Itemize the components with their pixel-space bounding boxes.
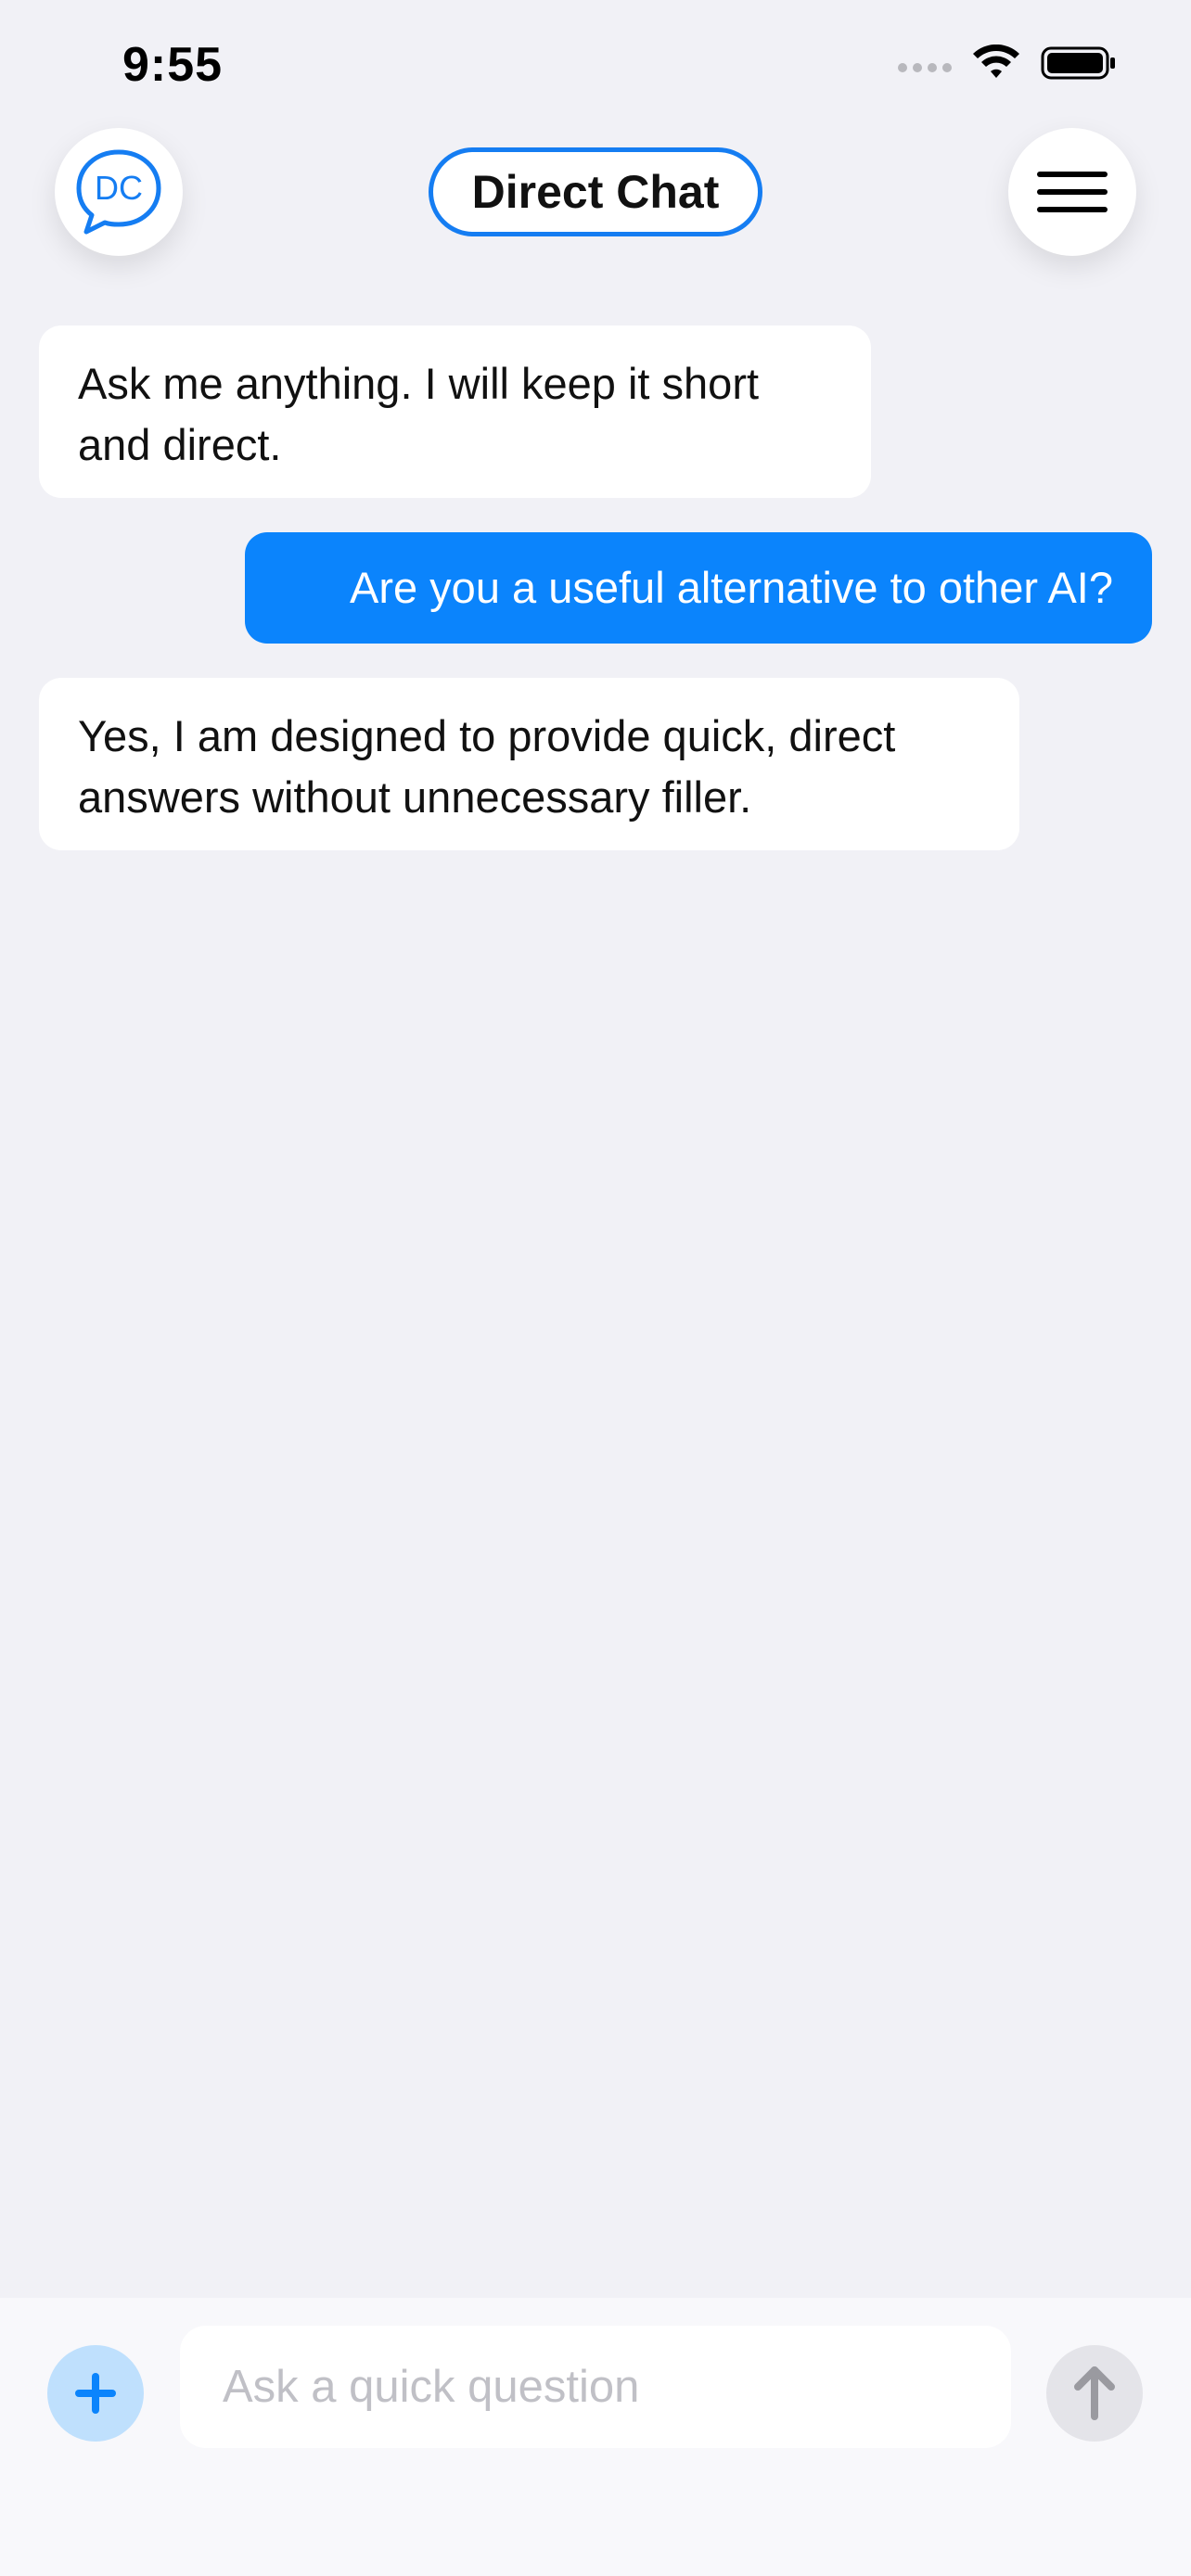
wifi-icon bbox=[973, 45, 1019, 78]
send-button[interactable] bbox=[1046, 2345, 1143, 2442]
page-title[interactable]: Direct Chat bbox=[429, 147, 762, 236]
app-logo-button[interactable]: DC bbox=[55, 128, 183, 256]
message-input-container bbox=[180, 2326, 1011, 2448]
assistant-message: Ask me anything. I will keep it short an… bbox=[39, 325, 871, 498]
menu-button[interactable] bbox=[1008, 128, 1136, 256]
status-bar: 9:55 bbox=[0, 0, 1191, 130]
battery-icon bbox=[1041, 46, 1115, 80]
status-time: 9:55 bbox=[122, 38, 224, 92]
chat-bubble-logo-icon: DC bbox=[76, 149, 161, 235]
user-message: Are you a useful alternative to other AI… bbox=[245, 532, 1152, 644]
logo-text: DC bbox=[95, 169, 143, 207]
add-attachment-button[interactable] bbox=[47, 2345, 144, 2442]
plus-icon bbox=[75, 2373, 116, 2414]
composer-bar bbox=[0, 2298, 1191, 2576]
arrow-up-icon bbox=[1074, 2366, 1115, 2420]
cellular-dots-icon bbox=[898, 63, 952, 72]
hamburger-menu-icon bbox=[1037, 172, 1108, 212]
assistant-message: Yes, I am designed to provide quick, dir… bbox=[39, 678, 1019, 850]
message-input[interactable] bbox=[221, 2360, 1011, 2414]
status-icons bbox=[898, 45, 1117, 82]
